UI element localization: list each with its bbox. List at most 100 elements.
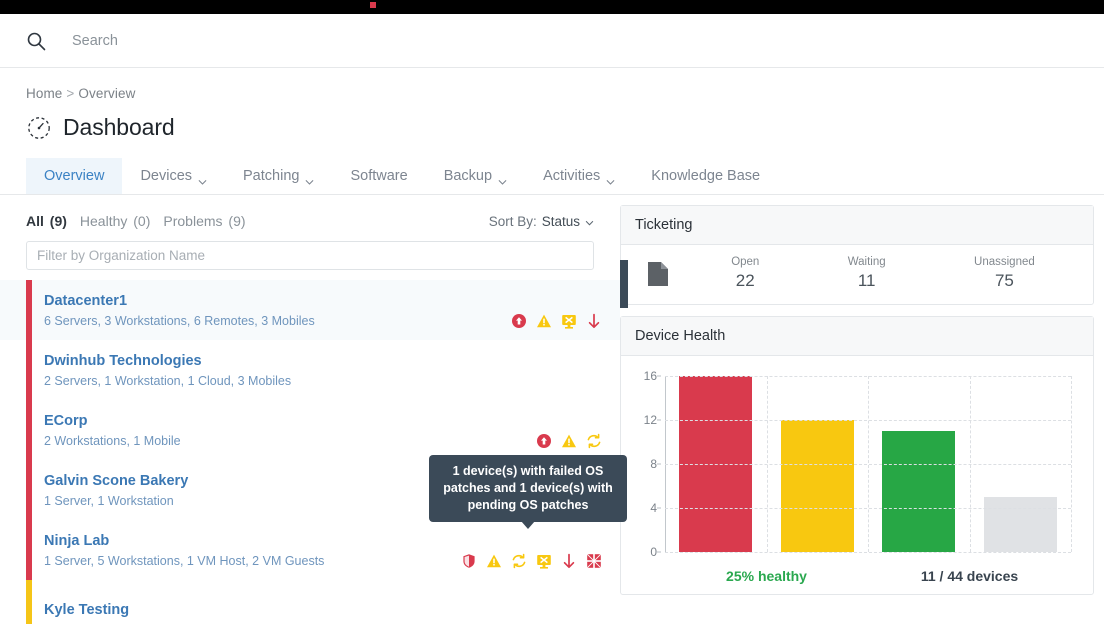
tab-label: Backup — [443, 168, 493, 184]
chevron-down-icon — [585, 214, 594, 229]
healthy-percent-label: 25% healthy — [726, 568, 807, 584]
org-name[interactable]: Dwinhub Technologies — [44, 353, 602, 369]
page-title-row: Dashboard — [0, 101, 1104, 141]
content-area: All (9) Healthy (0) Problems (9) Sort By… — [0, 195, 1104, 624]
chart-bar-unknown[interactable] — [983, 497, 1057, 552]
ticketing-title: Ticketing — [621, 206, 1093, 245]
ticket-stat-value: 22 — [735, 271, 755, 290]
device-health-title: Device Health — [621, 317, 1093, 356]
ticket-stat-value: 11 — [857, 271, 876, 290]
chart-bar-healthy[interactable] — [882, 431, 956, 552]
org-name[interactable]: ECorp — [44, 413, 536, 429]
tab-label: Software — [350, 168, 408, 184]
chart-y-tick-mark — [657, 551, 661, 553]
sync-refresh-icon[interactable] — [586, 433, 602, 449]
organizations-panel: All (9) Healthy (0) Problems (9) Sort By… — [0, 195, 627, 624]
org-summary: 1 Server, 5 Workstations, 1 VM Host, 2 V… — [44, 553, 325, 568]
chart-y-tick-label: 4 — [650, 501, 657, 515]
breadcrumb-home[interactable]: Home — [26, 86, 62, 101]
tab-activities[interactable]: Activities — [525, 158, 633, 194]
sync-refresh-icon[interactable] — [511, 553, 527, 569]
tab-label: Patching — [243, 168, 300, 184]
filter-tab-problems[interactable]: Problems (9) — [163, 213, 245, 229]
patch-up-arrow-icon[interactable] — [511, 313, 527, 329]
patch-up-arrow-icon[interactable] — [536, 433, 552, 449]
chart-y-tick-mark — [657, 375, 661, 377]
org-row-ecorp[interactable]: ECorp 2 Workstations, 1 Mobile — [0, 400, 620, 460]
chart-y-tick-mark — [657, 507, 661, 509]
breadcrumb: Home > Overview — [0, 68, 1104, 101]
filter-tab-all[interactable]: All (9) — [26, 213, 67, 229]
org-info: Datacenter1 6 Servers, 3 Workstations, 6… — [32, 280, 511, 340]
tab-label: Knowledge Base — [651, 168, 761, 184]
device-health-card: Device Health 0 4 8 12 16 25% healthy 11 / 4… — [620, 316, 1094, 595]
warning-triangle-icon[interactable] — [561, 433, 577, 449]
document-icon — [647, 261, 669, 287]
chart-area: 0 4 8 12 16 25% healthy 11 / 44 devices — [631, 369, 1079, 588]
global-search-bar — [0, 14, 1104, 68]
devices-count-label: 11 / 44 devices — [920, 568, 1019, 584]
tooltip-overflow-edge — [620, 260, 628, 308]
warning-triangle-icon[interactable] — [486, 553, 502, 569]
status-filter-tabs: All (9) Healthy (0) Problems (9) — [26, 213, 246, 229]
monitor-offline-icon[interactable] — [536, 553, 552, 569]
down-arrow-icon[interactable] — [561, 553, 577, 569]
ticket-stat-unassigned[interactable]: Unassigned 75 — [974, 256, 1035, 291]
org-row-datacenter1[interactable]: Datacenter1 6 Servers, 3 Workstations, 6… — [0, 280, 620, 340]
filter-tab-count: (9) — [228, 213, 246, 229]
org-name[interactable]: Datacenter1 — [44, 293, 511, 309]
org-info: Ninja Lab 1 Server, 5 Workstations, 1 VM… — [32, 520, 461, 580]
org-row-ninja-lab[interactable]: Ninja Lab 1 Server, 5 Workstations, 1 VM… — [0, 520, 620, 580]
org-row-dwinhub-technologies[interactable]: Dwinhub Technologies 2 Servers, 1 Workst… — [0, 340, 620, 400]
ticket-stat-open[interactable]: Open 22 — [731, 256, 759, 291]
window-topbar — [0, 0, 1104, 14]
chart-footer: 25% healthy 11 / 44 devices — [665, 568, 1071, 584]
org-status-icons — [461, 553, 620, 580]
search-input[interactable] — [72, 32, 572, 49]
tab-knowledge-base[interactable]: Knowledge Base — [633, 158, 778, 194]
org-info: ECorp 2 Workstations, 1 Mobile — [32, 400, 536, 460]
chart-gridline-v — [868, 376, 869, 552]
chart-bar-warning[interactable] — [780, 420, 854, 552]
shield-icon[interactable] — [461, 553, 477, 569]
sort-by-value: Status — [541, 213, 580, 229]
windows-grid-icon[interactable] — [586, 553, 602, 569]
filter-tab-label: Healthy — [79, 213, 128, 229]
chart-y-tick-label: 16 — [643, 369, 657, 383]
org-name[interactable]: Kyle Testing — [44, 602, 602, 618]
org-filter-wrapper — [0, 229, 620, 270]
org-row-kyle-testing[interactable]: Kyle Testing — [0, 580, 620, 624]
org-name[interactable]: Ninja Lab — [44, 533, 461, 549]
tab-overview[interactable]: Overview — [26, 158, 123, 194]
chart-gridline-v — [766, 376, 768, 552]
tab-devices[interactable]: Devices — [122, 158, 225, 194]
organization-filter-input[interactable] — [26, 241, 594, 270]
organization-list: Datacenter1 6 Servers, 3 Workstations, 6… — [0, 280, 620, 624]
chevron-down-icon — [606, 173, 615, 185]
sort-by-label: Sort By: — [488, 213, 537, 229]
breadcrumb-current[interactable]: Overview — [78, 86, 135, 101]
filter-row: All (9) Healthy (0) Problems (9) Sort By… — [0, 195, 620, 229]
ticket-stat-waiting[interactable]: Waiting 11 — [848, 256, 886, 291]
org-info: Kyle Testing — [32, 580, 602, 624]
filter-tab-count: (0) — [133, 213, 151, 229]
ticketing-card: Ticketing Open 22 Waiting 11 Unassigned … — [620, 205, 1094, 305]
filter-tab-healthy[interactable]: Healthy (0) — [80, 213, 150, 229]
ticket-stat-label: Unassigned — [974, 256, 1035, 268]
down-arrow-icon[interactable] — [586, 313, 602, 329]
ticketing-body: Open 22 Waiting 11 Unassigned 75 — [621, 245, 1093, 304]
monitor-offline-icon[interactable] — [561, 313, 577, 329]
org-status-icons — [602, 389, 620, 400]
ticketing-stats: Open 22 Waiting 11 Unassigned 75 — [687, 256, 1079, 291]
tab-software[interactable]: Software — [332, 158, 425, 194]
chart-gridline-v — [969, 376, 971, 552]
filter-tab-count: (9) — [49, 213, 67, 229]
sort-by-control[interactable]: Sort By: Status — [489, 214, 594, 229]
chevron-down-icon — [198, 173, 207, 185]
tab-backup[interactable]: Backup — [426, 158, 525, 194]
org-summary: 6 Servers, 3 Workstations, 6 Remotes, 3 … — [44, 313, 315, 328]
ticket-stat-label: Open — [731, 256, 760, 268]
chart-gridline-v — [1071, 376, 1072, 552]
tab-patching[interactable]: Patching — [225, 158, 332, 194]
warning-triangle-icon[interactable] — [536, 313, 552, 329]
